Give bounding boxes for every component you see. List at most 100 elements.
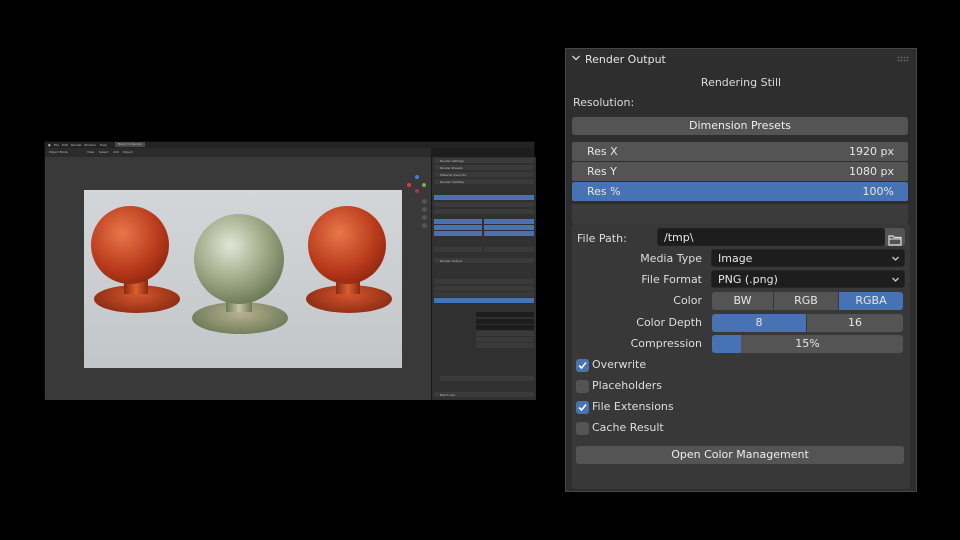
open-color-management-button[interactable]: Open Color Management: [576, 446, 904, 464]
media-type-value: Image: [718, 252, 753, 265]
color-rgb-button[interactable]: RGB: [774, 292, 838, 310]
gizmo-neg-z-icon[interactable]: [415, 189, 419, 193]
res-x-field[interactable]: Res X 1920 px: [572, 142, 908, 161]
mini-res-y[interactable]: [434, 292, 534, 297]
res-percent-field[interactable]: Res % 100%: [572, 182, 908, 201]
chevron-down-icon: [891, 271, 900, 294]
resolution-fields: Res X 1920 px Res Y 1080 px Res % 100%: [572, 142, 908, 202]
panel-header[interactable]: Render Output: [566, 49, 916, 72]
panel-render-output[interactable]: Render Output: [434, 258, 534, 263]
checkmark-icon: [578, 361, 587, 370]
color-depth-label: Color Depth: [636, 316, 702, 329]
mini-media-type[interactable]: [476, 319, 534, 324]
mini-blue-button[interactable]: [484, 225, 534, 230]
cache-result-checkbox[interactable]: [576, 422, 589, 435]
panel-material-override[interactable]: Material Override: [434, 172, 534, 177]
menu-help[interactable]: Help: [100, 143, 107, 147]
color-depth-8-button[interactable]: 8: [712, 314, 806, 332]
folder-icon: [888, 231, 902, 250]
dimension-presets-button[interactable]: Dimension Presets: [572, 117, 908, 135]
res-x-value: 1920 px: [849, 145, 894, 158]
gizmo-z-icon[interactable]: [415, 175, 419, 179]
panel-label: Render Output: [440, 259, 463, 263]
compression-slider[interactable]: 15%: [712, 335, 903, 353]
mini-file-path[interactable]: [476, 312, 534, 317]
compression-value: 15%: [795, 337, 820, 350]
panel-label: Render Presets: [440, 166, 463, 170]
color-depth-16-button[interactable]: 16: [807, 314, 903, 332]
gizmo-x-icon[interactable]: [407, 183, 411, 187]
overwrite-checkbox[interactable]: [576, 359, 589, 372]
res-y-value: 1080 px: [849, 165, 894, 178]
compression-label: Compression: [630, 337, 702, 350]
mini-res-pct[interactable]: [434, 298, 534, 303]
panel-render-presets[interactable]: Render Presets: [434, 165, 534, 170]
placeholders-checkbox[interactable]: [576, 380, 589, 393]
mini-compression[interactable]: [476, 343, 534, 348]
menu-add[interactable]: Add: [113, 150, 119, 154]
mini-blue-button[interactable]: [484, 219, 534, 224]
mini-blue-button[interactable]: [434, 225, 482, 230]
mode-selector[interactable]: Object Mode: [49, 150, 68, 154]
render-status-text: Rendering Still: [700, 76, 782, 89]
cache-result-label: Cache Result: [592, 421, 664, 434]
media-type-dropdown[interactable]: Image: [711, 249, 905, 267]
color-rgba-button[interactable]: RGBA: [839, 292, 903, 310]
media-type-label: Media Type: [640, 252, 702, 265]
file-format-label: File Format: [641, 273, 702, 286]
mini-blue-button[interactable]: [434, 219, 482, 224]
res-y-field[interactable]: Res Y 1080 px: [572, 162, 908, 181]
placeholders-label: Placeholders: [592, 379, 663, 392]
camera-view-icon[interactable]: [422, 215, 427, 220]
file-extensions-checkbox[interactable]: [576, 401, 589, 414]
menu-select[interactable]: Select: [99, 150, 108, 154]
workspace-tab[interactable]: Blend to Render: [115, 142, 146, 147]
mini-dimension-presets[interactable]: [434, 279, 534, 284]
color-bw-button[interactable]: BW: [712, 292, 773, 310]
menu-view[interactable]: View: [87, 150, 94, 154]
mini-color-depth[interactable]: [476, 337, 534, 342]
mini-color[interactable]: [476, 331, 534, 336]
red-sphere-right: [308, 206, 386, 284]
drag-grip-icon[interactable]: [897, 55, 909, 64]
menu-render[interactable]: Render: [71, 143, 82, 147]
panel-batch-list[interactable]: Batch List: [434, 392, 534, 397]
mini-blue-button[interactable]: [484, 231, 534, 236]
mini-open-color-management[interactable]: [440, 376, 534, 381]
red-sphere-left: [91, 206, 169, 284]
folder-browse-button[interactable]: [885, 228, 905, 246]
mini-blue-button[interactable]: [434, 231, 482, 236]
mini-button[interactable]: [434, 247, 482, 252]
menu-window[interactable]: Window: [84, 143, 96, 147]
viewport-header: Object Mode View Select Add Object: [45, 148, 431, 157]
mini-button[interactable]: [434, 202, 534, 207]
3d-viewport[interactable]: [45, 157, 431, 400]
panel-render-settings[interactable]: Render Settings: [434, 158, 534, 163]
file-format-value: PNG (.png): [718, 273, 778, 286]
mini-button[interactable]: [484, 247, 534, 252]
blender-window-thumbnail: ● File Edit Render Window Help Blend to …: [44, 141, 536, 400]
navigation-gizmo[interactable]: [407, 175, 427, 195]
chevron-down-icon[interactable]: [571, 53, 581, 66]
menu-edit[interactable]: Edit: [62, 143, 68, 147]
file-path-input[interactable]: /tmp\: [657, 228, 885, 246]
properties-sidebar: Render Settings Render Presets Material …: [431, 157, 536, 400]
glass-sphere-middle: [194, 214, 284, 304]
panel-label: Render Settings: [440, 159, 464, 163]
panel-label: Material Override: [440, 173, 467, 177]
menu-file[interactable]: File: [54, 143, 59, 147]
res-y-label: Res Y: [587, 165, 617, 178]
mini-button[interactable]: [434, 209, 534, 214]
file-path-label: File Path:: [577, 232, 627, 245]
zoom-icon[interactable]: [422, 199, 427, 204]
mini-res-x[interactable]: [434, 286, 534, 291]
mini-blue-button[interactable]: [434, 195, 534, 200]
color-label: Color: [673, 294, 702, 307]
pan-hand-icon[interactable]: [422, 207, 427, 212]
file-format-dropdown[interactable]: PNG (.png): [711, 270, 905, 288]
mini-file-format[interactable]: [476, 325, 534, 330]
gizmo-y-icon[interactable]: [422, 183, 426, 187]
grid-icon[interactable]: [422, 223, 427, 228]
panel-render-visibility[interactable]: Render Visibility: [434, 179, 534, 184]
menu-object[interactable]: Object: [123, 150, 133, 154]
